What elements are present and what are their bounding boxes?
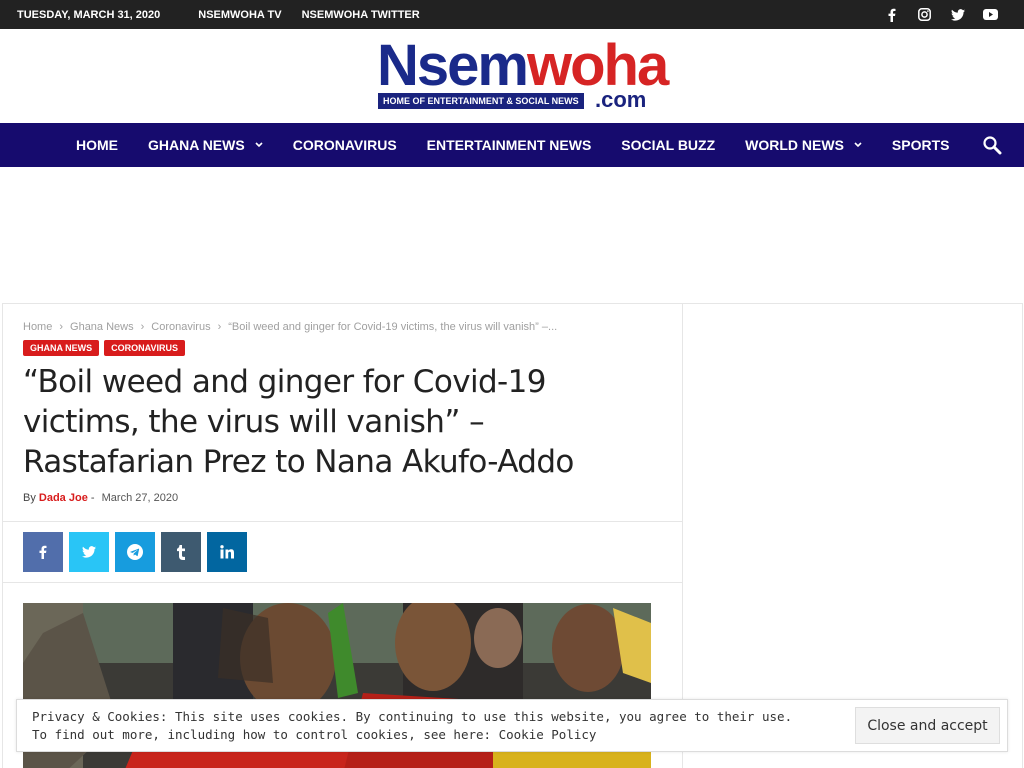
nav-sports-label: SPORTS <box>891 137 950 153</box>
breadcrumb: Home › Ghana News › Coronavirus › “Boil … <box>23 321 557 333</box>
cookie-banner: Privacy & Cookies: This site uses cookie… <box>16 699 1008 752</box>
nav-home-label: HOME <box>76 137 118 153</box>
share-linkedin-button[interactable] <box>207 532 247 572</box>
facebook-icon[interactable] <box>875 0 908 29</box>
nav-coronavirus-label: CORONAVIRUS <box>292 137 397 153</box>
byline-prefix: By <box>23 492 36 504</box>
breadcrumb-home[interactable]: Home <box>23 321 52 333</box>
nav-entertainment-news-label: ENTERTAINMENT NEWS <box>426 137 592 153</box>
meta-separator: - <box>90 492 95 504</box>
share-twitter-button[interactable] <box>69 532 109 572</box>
breadcrumb-current: “Boil weed and ginger for Covid-19 victi… <box>228 321 558 333</box>
nsemwoha-tv-link[interactable]: NSEMWOHA TV <box>198 9 281 21</box>
breadcrumb-separator: › <box>59 321 64 333</box>
search-icon[interactable] <box>982 135 1002 155</box>
tag-coronavirus[interactable]: CORONAVIRUS <box>104 340 186 356</box>
nav-ghana-news[interactable]: GHANA NEWS <box>133 123 278 167</box>
chevron-down-icon <box>854 140 862 150</box>
cookie-line-2-text: To find out more, including how to contr… <box>32 727 499 742</box>
breadcrumb-coronavirus[interactable]: Coronavirus <box>151 321 210 333</box>
site-logo[interactable]: Nsemwoha HOME OF ENTERTAINMENT & SOCIAL … <box>377 34 669 114</box>
twitter-icon[interactable] <box>941 0 974 29</box>
nav-social-buzz[interactable]: SOCIAL BUZZ <box>606 123 730 167</box>
chevron-down-icon <box>255 140 263 150</box>
publish-date: March 27, 2020 <box>101 492 179 504</box>
cookie-policy-link[interactable]: Cookie Policy <box>499 727 597 742</box>
youtube-icon[interactable] <box>974 0 1007 29</box>
logo-dotcom: .com <box>595 87 647 112</box>
current-date: TUESDAY, MARCH 31, 2020 <box>17 8 161 21</box>
share-facebook-button[interactable] <box>23 532 63 572</box>
telegram-icon <box>127 544 143 560</box>
nav-sports[interactable]: SPORTS <box>877 123 965 167</box>
nav-world-news-label: WORLD NEWS <box>745 137 844 153</box>
share-tumblr-button[interactable] <box>161 532 201 572</box>
instagram-icon[interactable] <box>908 0 941 29</box>
site-header: Nsemwoha HOME OF ENTERTAINMENT & SOCIAL … <box>0 29 1024 123</box>
logo-tagline: HOME OF ENTERTAINMENT & SOCIAL NEWS <box>378 93 584 109</box>
share-bar <box>3 521 682 583</box>
linkedin-icon <box>220 545 234 559</box>
nav-social-buzz-label: SOCIAL BUZZ <box>621 137 716 153</box>
nav-coronavirus[interactable]: CORONAVIRUS <box>278 123 412 167</box>
social-icons <box>875 0 1007 29</box>
ad-space <box>0 167 1024 303</box>
close-and-accept-button[interactable]: Close and accept <box>855 707 1000 744</box>
cookie-line-1: Privacy & Cookies: This site uses cookie… <box>32 709 793 724</box>
cookie-line-2: To find out more, including how to contr… <box>32 726 792 744</box>
nav-world-news[interactable]: WORLD NEWS <box>730 123 877 167</box>
breadcrumb-separator: › <box>140 321 145 333</box>
article-title: “Boil weed and ginger for Covid-19 victi… <box>23 364 574 480</box>
facebook-icon <box>39 545 47 559</box>
author-link[interactable]: Dada Joe <box>39 492 88 504</box>
tag-ghana-news[interactable]: GHANA NEWS <box>23 340 100 356</box>
article-meta: By Dada Joe - March 27, 2020 <box>23 492 178 504</box>
cookie-message: Privacy & Cookies: This site uses cookie… <box>32 708 792 744</box>
main-navigation: HOME GHANA NEWS CORONAVIRUS ENTERTAINMEN… <box>0 123 1024 167</box>
nav-home[interactable]: HOME <box>61 123 133 167</box>
breadcrumb-separator: › <box>217 321 222 333</box>
tumblr-icon <box>177 544 185 560</box>
twitter-icon <box>82 546 96 558</box>
article-tags: GHANA NEWS CORONAVIRUS <box>23 340 186 356</box>
nav-entertainment-news[interactable]: ENTERTAINMENT NEWS <box>412 123 607 167</box>
nav-ghana-news-label: GHANA NEWS <box>148 137 245 153</box>
top-bar: TUESDAY, MARCH 31, 2020 NSEMWOHA TV NSEM… <box>0 0 1024 29</box>
nsemwoha-twitter-link[interactable]: NSEMWOHA TWITTER <box>302 9 420 21</box>
logo-word-part-1: Nsem <box>377 33 529 98</box>
share-telegram-button[interactable] <box>115 532 155 572</box>
breadcrumb-ghana-news[interactable]: Ghana News <box>70 321 134 333</box>
